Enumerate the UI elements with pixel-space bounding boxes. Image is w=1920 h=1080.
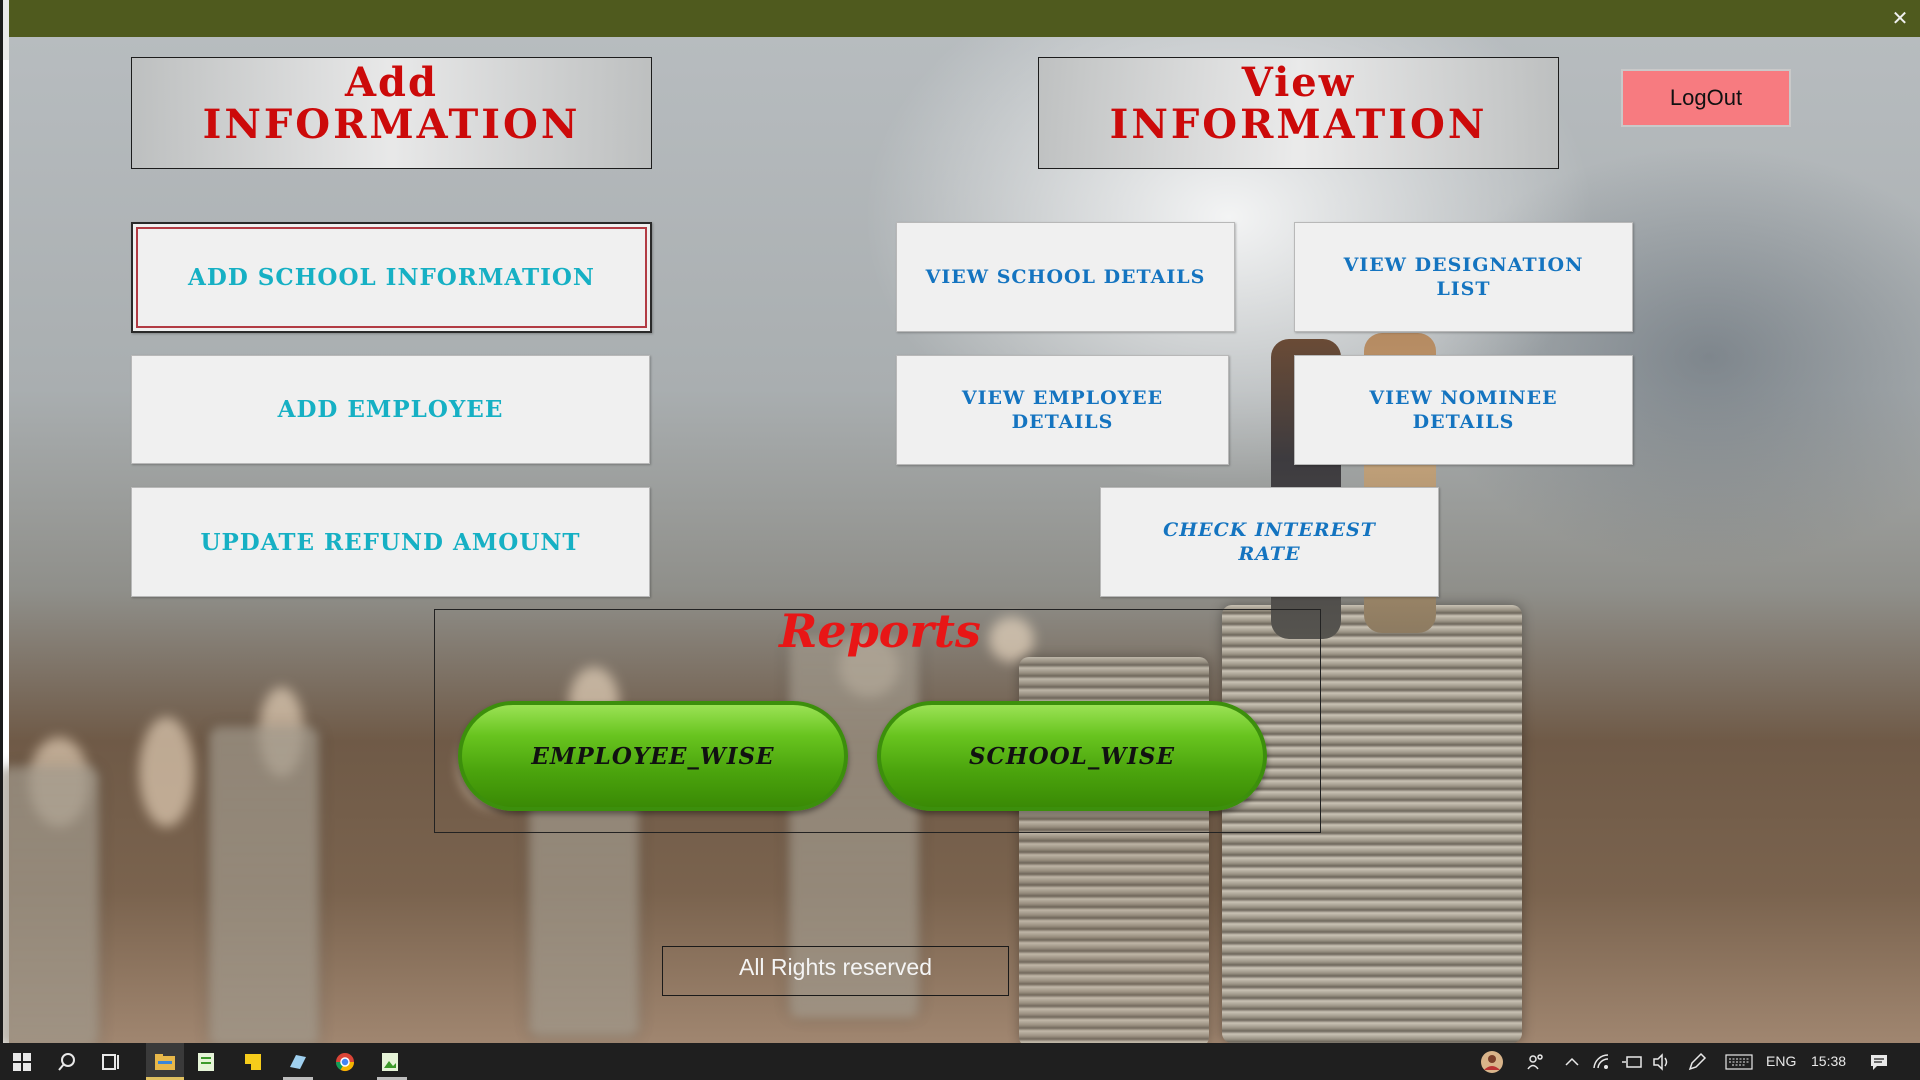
- add-header-line2: INFORMATION: [202, 101, 581, 148]
- update-refund-amount-button[interactable]: UPDATE REFUND AMOUNT: [131, 487, 650, 597]
- windows-start-icon[interactable]: [9, 1049, 35, 1075]
- pen-icon[interactable]: [1684, 1049, 1710, 1075]
- view-employee-details-label: VIEW EMPLOYEE DETAILS: [961, 387, 1164, 433]
- check-interest-rate-button[interactable]: CHECK INTEREST RATE: [1100, 487, 1439, 597]
- school-wise-label: SCHOOL_WISE: [968, 742, 1176, 770]
- people-icon[interactable]: [1523, 1049, 1549, 1075]
- view-nominee-details-button[interactable]: VIEW NOMINEE DETAILS: [1294, 355, 1633, 465]
- update-refund-amount-label: UPDATE REFUND AMOUNT: [200, 528, 581, 556]
- notifications-icon[interactable]: [1866, 1049, 1892, 1075]
- close-icon[interactable]: ✕: [1888, 6, 1912, 30]
- employee-wise-label: EMPLOYEE_WISE: [531, 742, 775, 770]
- file-explorer-icon[interactable]: [146, 1043, 184, 1080]
- employee-wise-report-button[interactable]: EMPLOYEE_WISE: [458, 701, 848, 811]
- footer-rights-text: All Rights reserved: [662, 946, 1009, 996]
- notepad-icon[interactable]: [193, 1049, 219, 1075]
- view-designation-list-label: VIEW DESIGNATION LIST: [1343, 254, 1584, 300]
- search-icon[interactable]: [54, 1049, 80, 1075]
- add-school-information-button[interactable]: ADD SCHOOL INFORMATION: [131, 222, 652, 333]
- add-employee-label: ADD EMPLOYEE: [277, 396, 504, 423]
- clock[interactable]: 15:38: [1811, 1043, 1846, 1080]
- sticky-notes-icon[interactable]: [240, 1049, 266, 1075]
- check-interest-rate-label: CHECK INTEREST RATE: [1163, 519, 1376, 565]
- app-icon[interactable]: [285, 1049, 311, 1075]
- window-border: [0, 0, 3, 1043]
- reports-title: Reports: [779, 604, 981, 658]
- view-nominee-details-label: VIEW NOMINEE DETAILS: [1369, 387, 1558, 433]
- school-wise-report-button[interactable]: SCHOOL_WISE: [877, 701, 1267, 811]
- view-information-header: View INFORMATION: [1038, 57, 1559, 169]
- user-avatar-icon[interactable]: [1479, 1049, 1505, 1075]
- battery-icon[interactable]: [1619, 1049, 1645, 1075]
- add-employee-button[interactable]: ADD EMPLOYEE: [131, 355, 650, 464]
- view-header-line2: INFORMATION: [1109, 101, 1488, 148]
- view-header-line1: View: [1241, 59, 1356, 106]
- taskbar: ENG 15:38: [0, 1043, 1920, 1080]
- chrome-icon[interactable]: [332, 1049, 358, 1075]
- volume-icon[interactable]: [1649, 1049, 1675, 1075]
- task-view-icon[interactable]: [98, 1049, 124, 1075]
- keyboard-icon[interactable]: [1724, 1049, 1754, 1075]
- add-school-information-label: ADD SCHOOL INFORMATION: [188, 264, 595, 291]
- language-indicator[interactable]: ENG: [1766, 1043, 1796, 1080]
- app-window: ✕ Add INFORMATION View INFORMATION LogOu…: [0, 0, 1920, 1080]
- chevron-up-icon[interactable]: [1559, 1049, 1585, 1075]
- add-header-line1: Add: [345, 59, 438, 106]
- logout-button[interactable]: LogOut: [1621, 69, 1791, 127]
- image-viewer-icon[interactable]: [377, 1049, 403, 1075]
- view-employee-details-button[interactable]: VIEW EMPLOYEE DETAILS: [896, 355, 1229, 465]
- title-bar: ✕: [0, 0, 1920, 60]
- add-information-header: Add INFORMATION: [131, 57, 652, 169]
- view-designation-list-button[interactable]: VIEW DESIGNATION LIST: [1294, 222, 1633, 332]
- view-school-details-label: VIEW SCHOOL DETAILS: [925, 266, 1206, 288]
- wifi-icon[interactable]: [1589, 1049, 1615, 1075]
- view-school-details-button[interactable]: VIEW SCHOOL DETAILS: [896, 222, 1235, 332]
